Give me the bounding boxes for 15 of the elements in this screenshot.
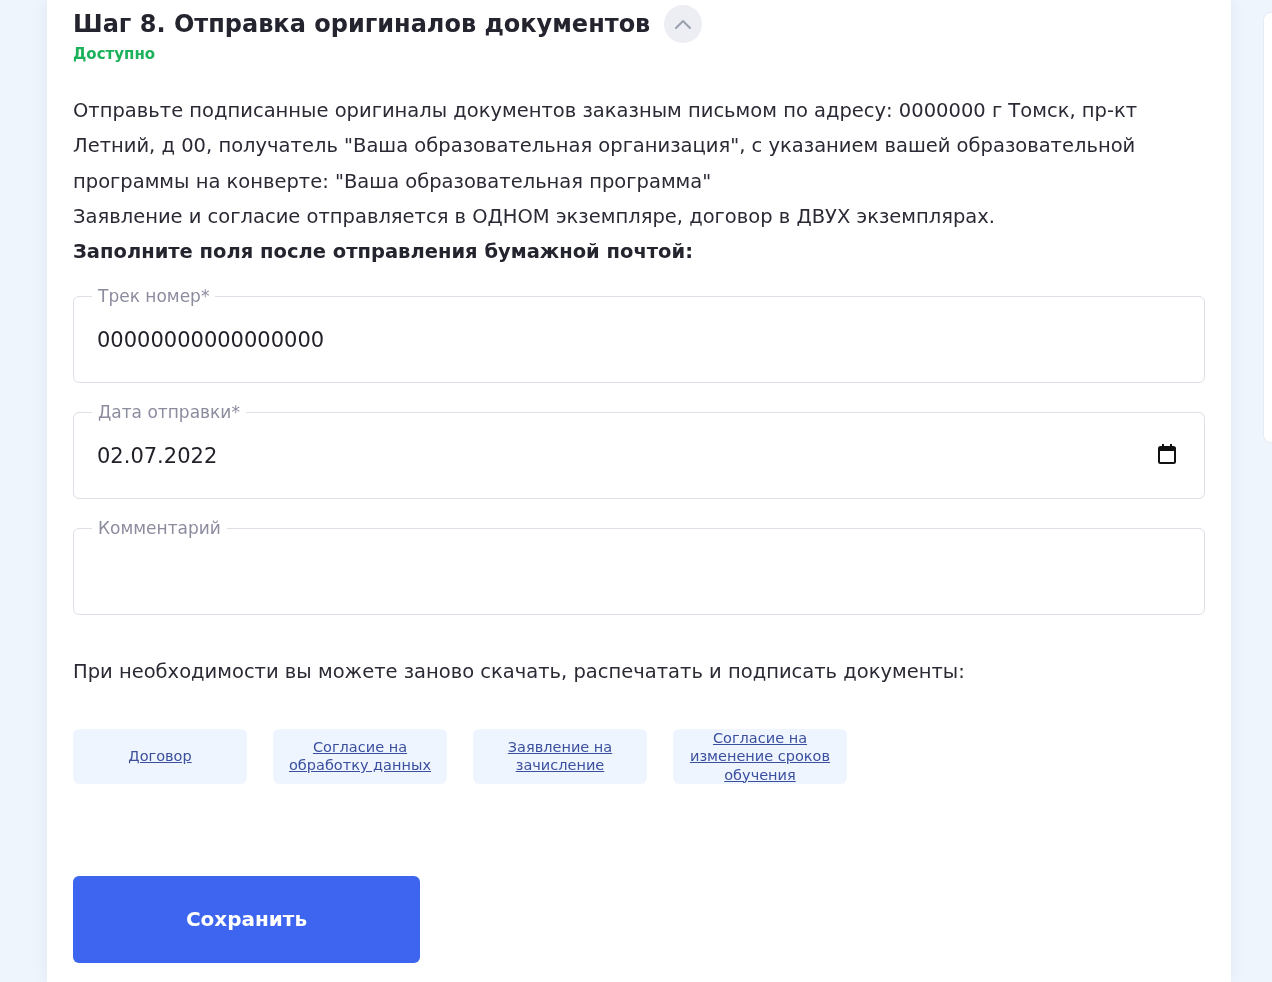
- collapse-button[interactable]: [664, 5, 703, 43]
- instruction-text: Заявление и согласие отправляется в ОДНОМ экземпляре, договор в ДВУХ экземплярах.: [73, 203, 997, 230]
- document-link[interactable]: Договор: [73, 728, 247, 784]
- calendar-icon[interactable]: [1158, 444, 1176, 465]
- step-title: Шаг 8. Отправка оригиналов документов: [73, 9, 651, 40]
- instruction-text: Заполните поля после отправления бумажной почтой:: [73, 239, 694, 266]
- chevron-icon: [675, 19, 692, 29]
- document-link[interactable]: Согласие на обработку данных: [273, 728, 447, 784]
- status-label: Доступно: [73, 45, 156, 63]
- document-link[interactable]: Заявление на зачисление: [473, 728, 647, 784]
- documents-prompt: При необходимости вы можете заново скачать, распечатать и подписать документы:: [73, 659, 966, 686]
- instruction-text: Отправьте подписанные оригиналы документов заказным письмом по адресу: 0000000 г Томск, пр-кт Летний, д 00, получатель "Ваша образовательная организация", с указанием вашей образовательной программы на конверте: "Ваша образовательная программа": [73, 98, 1139, 195]
- save-button[interactable]: Сохранить: [73, 875, 420, 963]
- document-link[interactable]: Согласие на изменение сроков обучения: [673, 728, 847, 784]
- field-label: Комментарий: [92, 517, 227, 540]
